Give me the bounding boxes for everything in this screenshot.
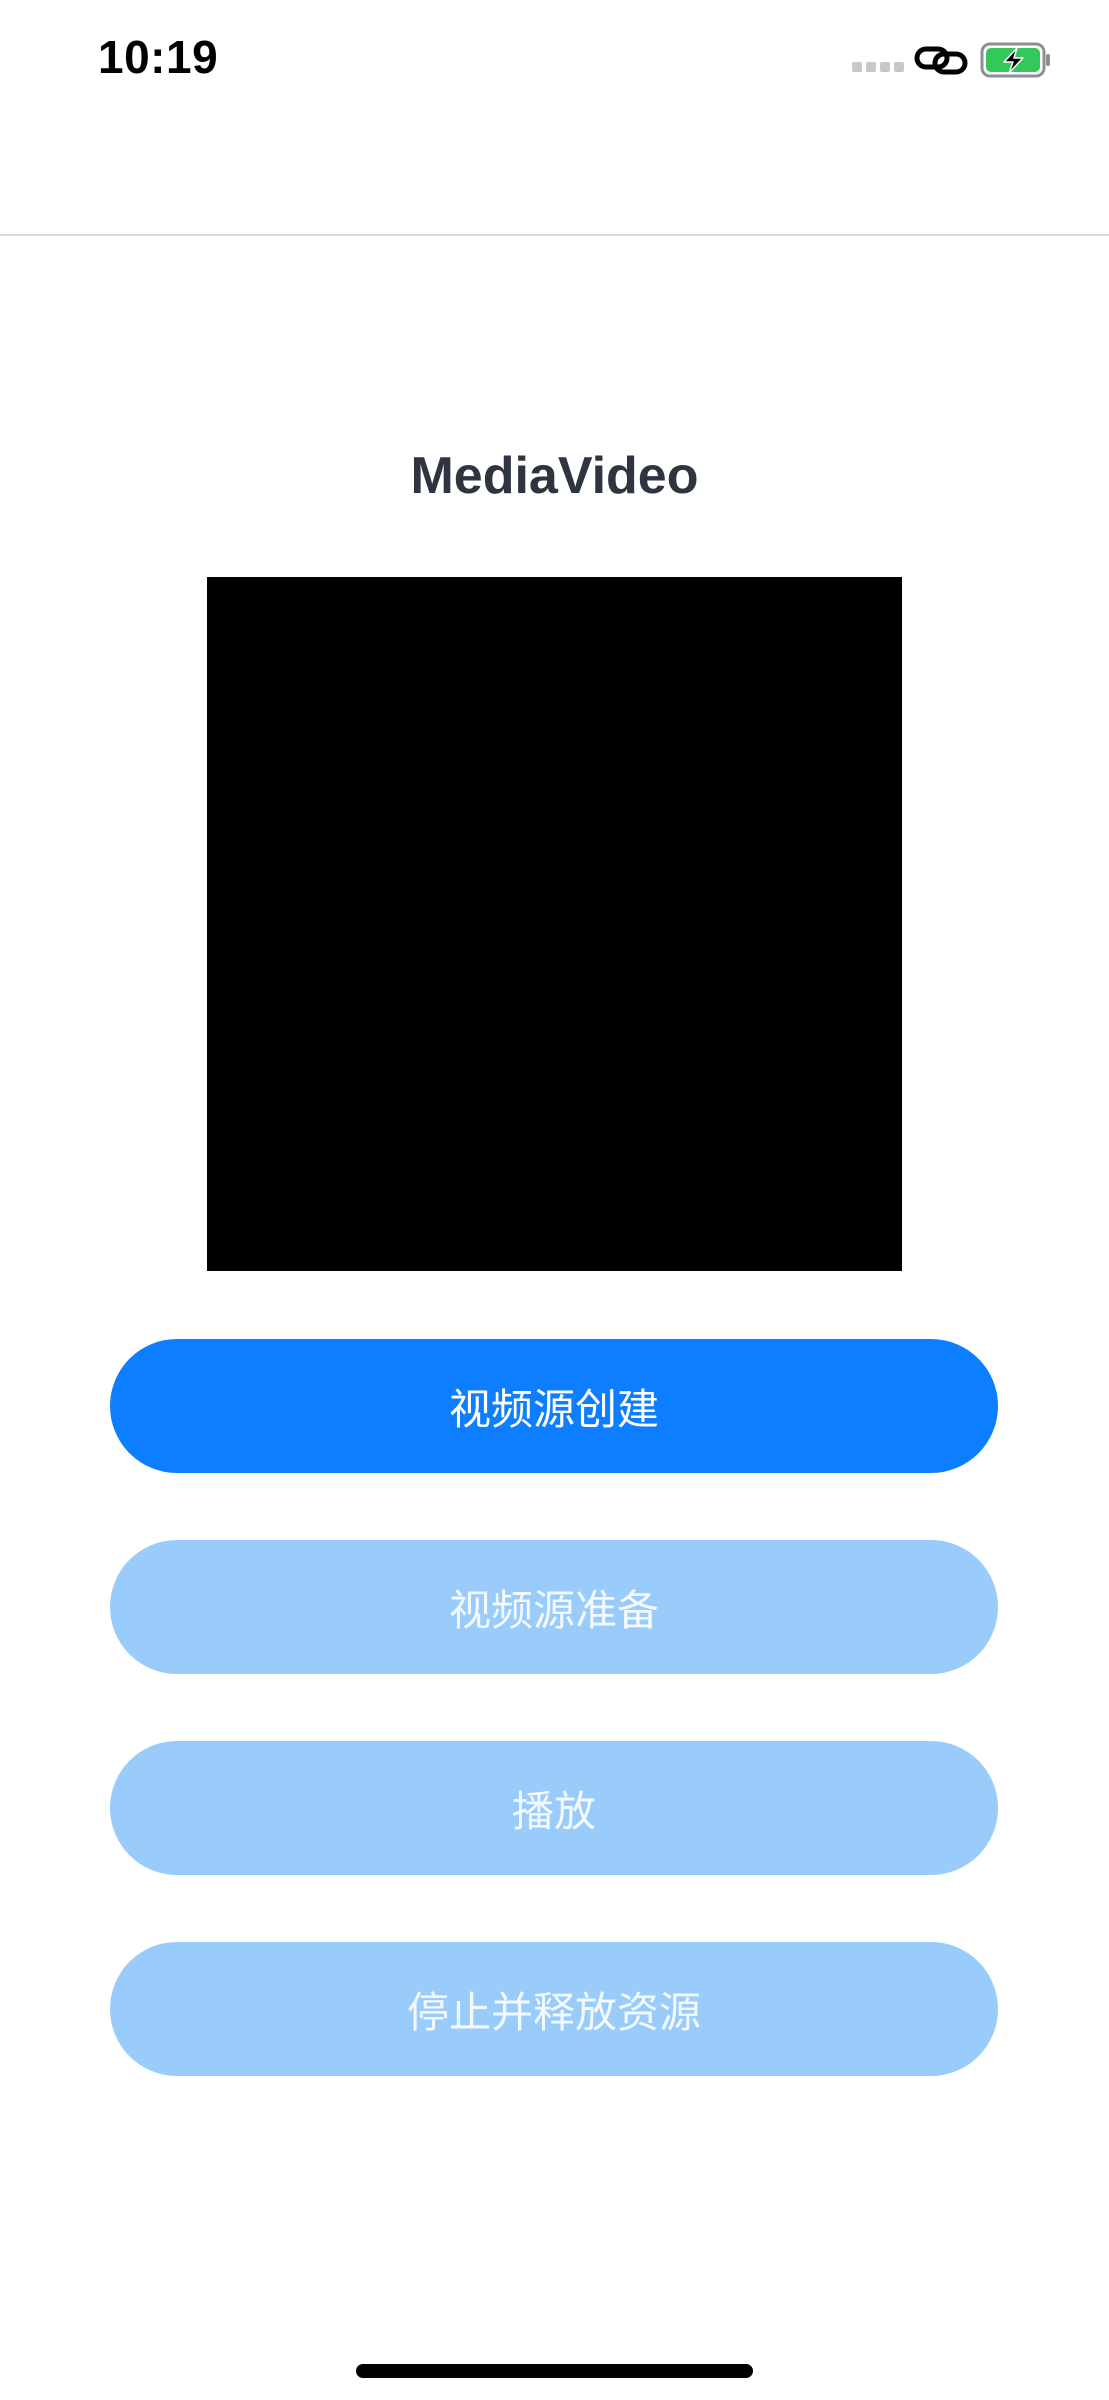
status-time: 10:19 xyxy=(98,31,219,83)
battery-charging-icon xyxy=(980,42,1050,78)
prepare-video-source-button[interactable]: 视频源准备 xyxy=(110,1540,998,1674)
create-video-source-button[interactable]: 视频源创建 xyxy=(110,1339,998,1473)
status-bar: 10:19 xyxy=(0,0,1109,120)
stop-and-release-button[interactable]: 停止并释放资源 xyxy=(110,1942,998,2076)
navigation-bar xyxy=(0,120,1109,236)
video-surface[interactable] xyxy=(207,577,902,1271)
home-indicator[interactable] xyxy=(356,2364,753,2378)
app-screen: 10:19 MediaVideo 视频源创建 视频源准备 播放 停止并释放资源 xyxy=(0,0,1109,2400)
page-title: MediaVideo xyxy=(410,447,699,505)
play-button[interactable]: 播放 xyxy=(110,1741,998,1875)
signal-dots-icon xyxy=(852,62,904,74)
link-icon xyxy=(914,46,968,75)
